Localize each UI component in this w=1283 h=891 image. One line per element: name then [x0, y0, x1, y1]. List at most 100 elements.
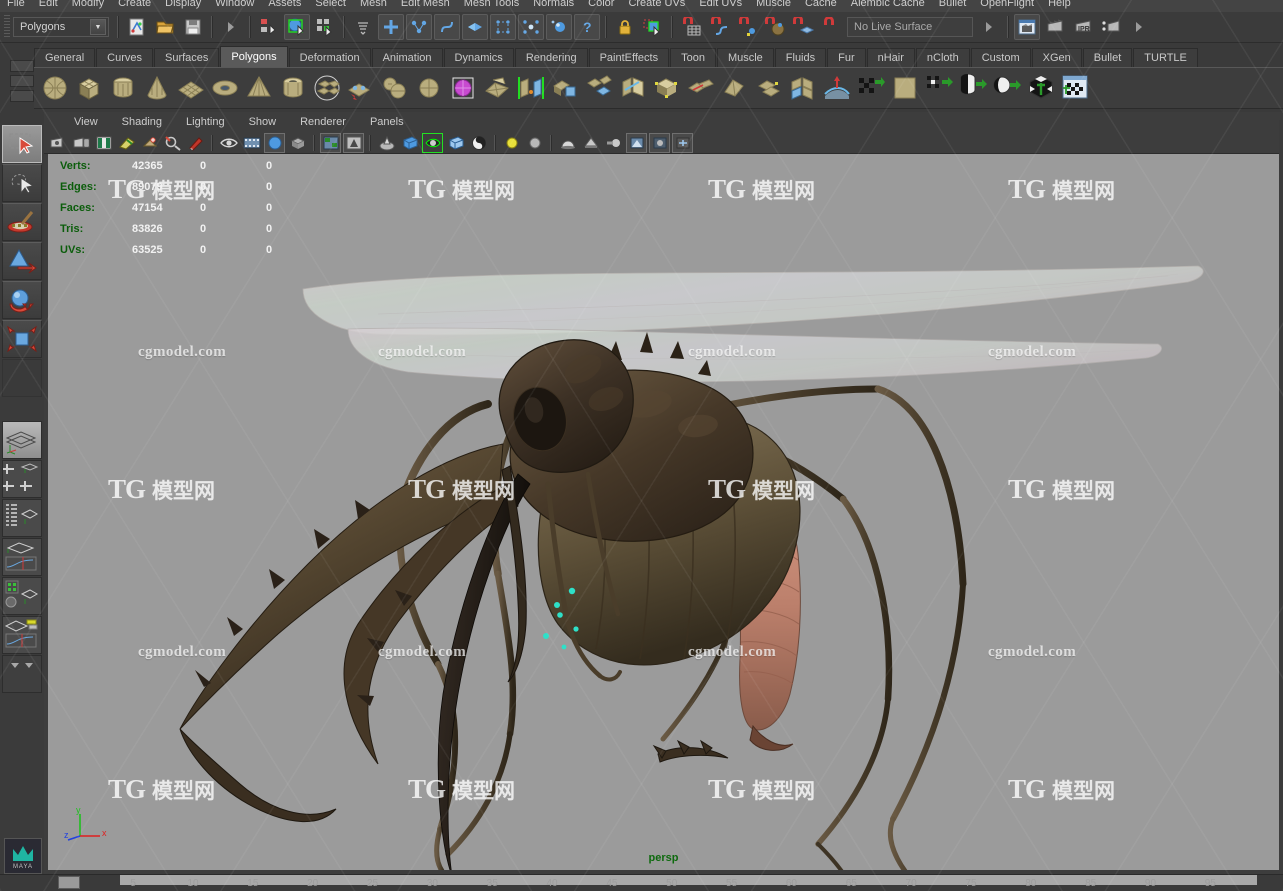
live-surface-field[interactable]: No Live Surface — [847, 17, 973, 37]
uv-texture-editor-icon[interactable] — [1058, 70, 1092, 106]
camera-head-icon[interactable] — [376, 133, 397, 153]
poly-cone-icon[interactable] — [140, 70, 174, 106]
menu-item-muscle[interactable]: Muscle — [749, 0, 798, 9]
poly-insert-edge-loop-icon[interactable] — [752, 70, 786, 106]
field-chart-icon[interactable] — [320, 132, 341, 153]
shelf-tab-fluids[interactable]: Fluids — [774, 48, 827, 67]
poly-booleans-union-icon[interactable] — [412, 70, 446, 106]
scale-tool[interactable] — [2, 320, 42, 358]
shelf-tab-xgen[interactable]: XGen — [1031, 48, 1082, 67]
menu-item-modify[interactable]: Modify — [65, 0, 111, 9]
panel-menu-bar[interactable]: View Shading Lighting Show Renderer Panels — [44, 112, 1283, 132]
poly-append-polygon-icon[interactable] — [718, 70, 752, 106]
safe-action-icon[interactable] — [343, 132, 364, 153]
poly-cylinder-icon[interactable] — [106, 70, 140, 106]
poly-separate-icon[interactable] — [378, 70, 412, 106]
dynamics-mask-icon[interactable] — [490, 14, 516, 40]
time-slider-playhead[interactable] — [58, 876, 80, 889]
time-slider[interactable]: 5 10 15 20 25 30 35 40 45 50 55 60 65 70 75 80 85 90 95 — [0, 874, 1283, 891]
render-view-icon[interactable] — [1014, 14, 1040, 40]
statusline-drag-handle[interactable] — [4, 15, 10, 39]
poly-wedge-face-icon[interactable] — [684, 70, 718, 106]
snap-to-view-plane-icon[interactable] — [790, 14, 816, 40]
resolution-gate-icon[interactable] — [264, 132, 285, 153]
menu-item-help[interactable]: Help — [1041, 0, 1078, 9]
shelf-tab-general[interactable]: General — [34, 48, 96, 67]
new-scene-icon[interactable] — [124, 14, 150, 40]
help-question-icon[interactable]: ? — [574, 14, 600, 40]
last-tool[interactable] — [2, 359, 42, 397]
camera-attributes-icon[interactable] — [93, 133, 114, 153]
main-menu-bar[interactable]: File Edit Modify Create Display Window Assets S… — [0, 0, 1283, 12]
shelf-tab-animation[interactable]: Animation — [371, 48, 443, 67]
shelf-tab-painteffects[interactable]: PaintEffects — [588, 48, 670, 67]
poly-cube-icon[interactable] — [72, 70, 106, 106]
poly-duplicate-face-icon[interactable] — [582, 70, 616, 106]
use-all-lights-icon[interactable] — [524, 133, 545, 153]
select-by-hierarchy-icon[interactable] — [256, 14, 282, 40]
layout-persp-graph[interactable] — [2, 538, 42, 576]
depth-of-field-icon[interactable] — [649, 132, 670, 153]
menu-item-alembic-cache[interactable]: Alembic Cache — [844, 0, 932, 9]
poly-pipe-icon[interactable] — [276, 70, 310, 106]
shelf-tab-custom[interactable]: Custom — [970, 48, 1031, 67]
poly-merge-vertices-icon[interactable] — [854, 70, 888, 106]
menu-item-edit-mesh[interactable]: Edit Mesh — [394, 0, 457, 9]
model-panel[interactable]: View Shading Lighting Show Renderer Panels — [44, 112, 1283, 874]
screen-space-ambient-occlusion-icon[interactable] — [580, 133, 601, 153]
menu-item-bullet[interactable]: Bullet — [932, 0, 974, 9]
snap-to-point-icon[interactable] — [734, 14, 760, 40]
panel-menu-show[interactable]: Show — [237, 116, 289, 128]
shelf-tab-polygons[interactable]: Polygons — [220, 46, 288, 67]
use-default-lighting-icon[interactable] — [501, 133, 522, 153]
layout-hypershade-persp[interactable] — [2, 577, 42, 615]
poly-offset-edge-loop-icon[interactable] — [786, 70, 820, 106]
menu-item-edit-uvs[interactable]: Edit UVs — [692, 0, 749, 9]
shelf-tab-ncloth[interactable]: nCloth — [915, 48, 970, 67]
statusline-expand-arrow-1[interactable] — [218, 14, 244, 40]
layout-single-perspective[interactable] — [2, 421, 42, 459]
panel-menu-renderer[interactable]: Renderer — [288, 116, 358, 128]
wireframe-icon[interactable] — [399, 133, 420, 153]
shelf-tab-curves[interactable]: Curves — [96, 48, 153, 67]
menu-item-assets[interactable]: Assets — [261, 0, 308, 9]
toolbox-quickaccess-3[interactable] — [10, 90, 34, 102]
lock-selection-icon[interactable] — [612, 14, 638, 40]
shelf-tab-nhair[interactable]: nHair — [866, 48, 915, 67]
smooth-shade-all-icon[interactable] — [422, 132, 443, 153]
bookmark-icon[interactable] — [116, 133, 137, 153]
snap-to-curve-icon[interactable] — [706, 14, 732, 40]
shadows-icon[interactable] — [557, 133, 578, 153]
move-tool[interactable] — [2, 242, 42, 280]
poly-sculpt-geometry-icon[interactable] — [888, 70, 922, 106]
menu-item-window[interactable]: Window — [208, 0, 261, 9]
curve-mask-icon[interactable] — [406, 14, 432, 40]
shelf-tab-bar[interactable]: General Curves Surfaces Polygons Deformation… — [34, 46, 1199, 67]
render-sequence-icon[interactable] — [1042, 14, 1068, 40]
panel-toolbar[interactable] — [44, 132, 1283, 154]
layout-four-view[interactable] — [2, 460, 42, 498]
tool-box[interactable] — [0, 124, 44, 891]
poly-extract-icon[interactable] — [548, 70, 582, 106]
poly-plane-icon[interactable] — [174, 70, 208, 106]
rotate-tool[interactable] — [2, 281, 42, 319]
menu-item-file[interactable]: File — [0, 0, 32, 9]
uv-automatic-mapping-icon[interactable] — [1024, 70, 1058, 106]
shelf-tab-deformation[interactable]: Deformation — [288, 48, 371, 67]
uv-cylindrical-mapping-icon[interactable] — [956, 70, 990, 106]
panel-menu-view[interactable]: View — [62, 116, 110, 128]
layout-persp-graph-hypergraph[interactable] — [2, 616, 42, 654]
uv-planar-mapping-icon[interactable] — [922, 70, 956, 106]
select-camera-icon[interactable] — [47, 133, 68, 153]
toolbox-top-strip[interactable] — [10, 60, 34, 116]
toolbox-quickaccess-1[interactable] — [10, 60, 34, 72]
shelf-tab-rendering[interactable]: Rendering — [514, 48, 588, 67]
uv-spherical-mapping-icon[interactable] — [990, 70, 1024, 106]
menu-item-select[interactable]: Select — [308, 0, 353, 9]
menu-item-color[interactable]: Color — [581, 0, 621, 9]
menu-item-cache[interactable]: Cache — [798, 0, 844, 9]
film-gate-icon[interactable] — [241, 133, 262, 153]
render-settings-icon[interactable] — [1098, 14, 1124, 40]
poly-booleans-difference-icon[interactable] — [446, 70, 480, 106]
menu-item-mesh-tools[interactable]: Mesh Tools — [457, 0, 526, 9]
